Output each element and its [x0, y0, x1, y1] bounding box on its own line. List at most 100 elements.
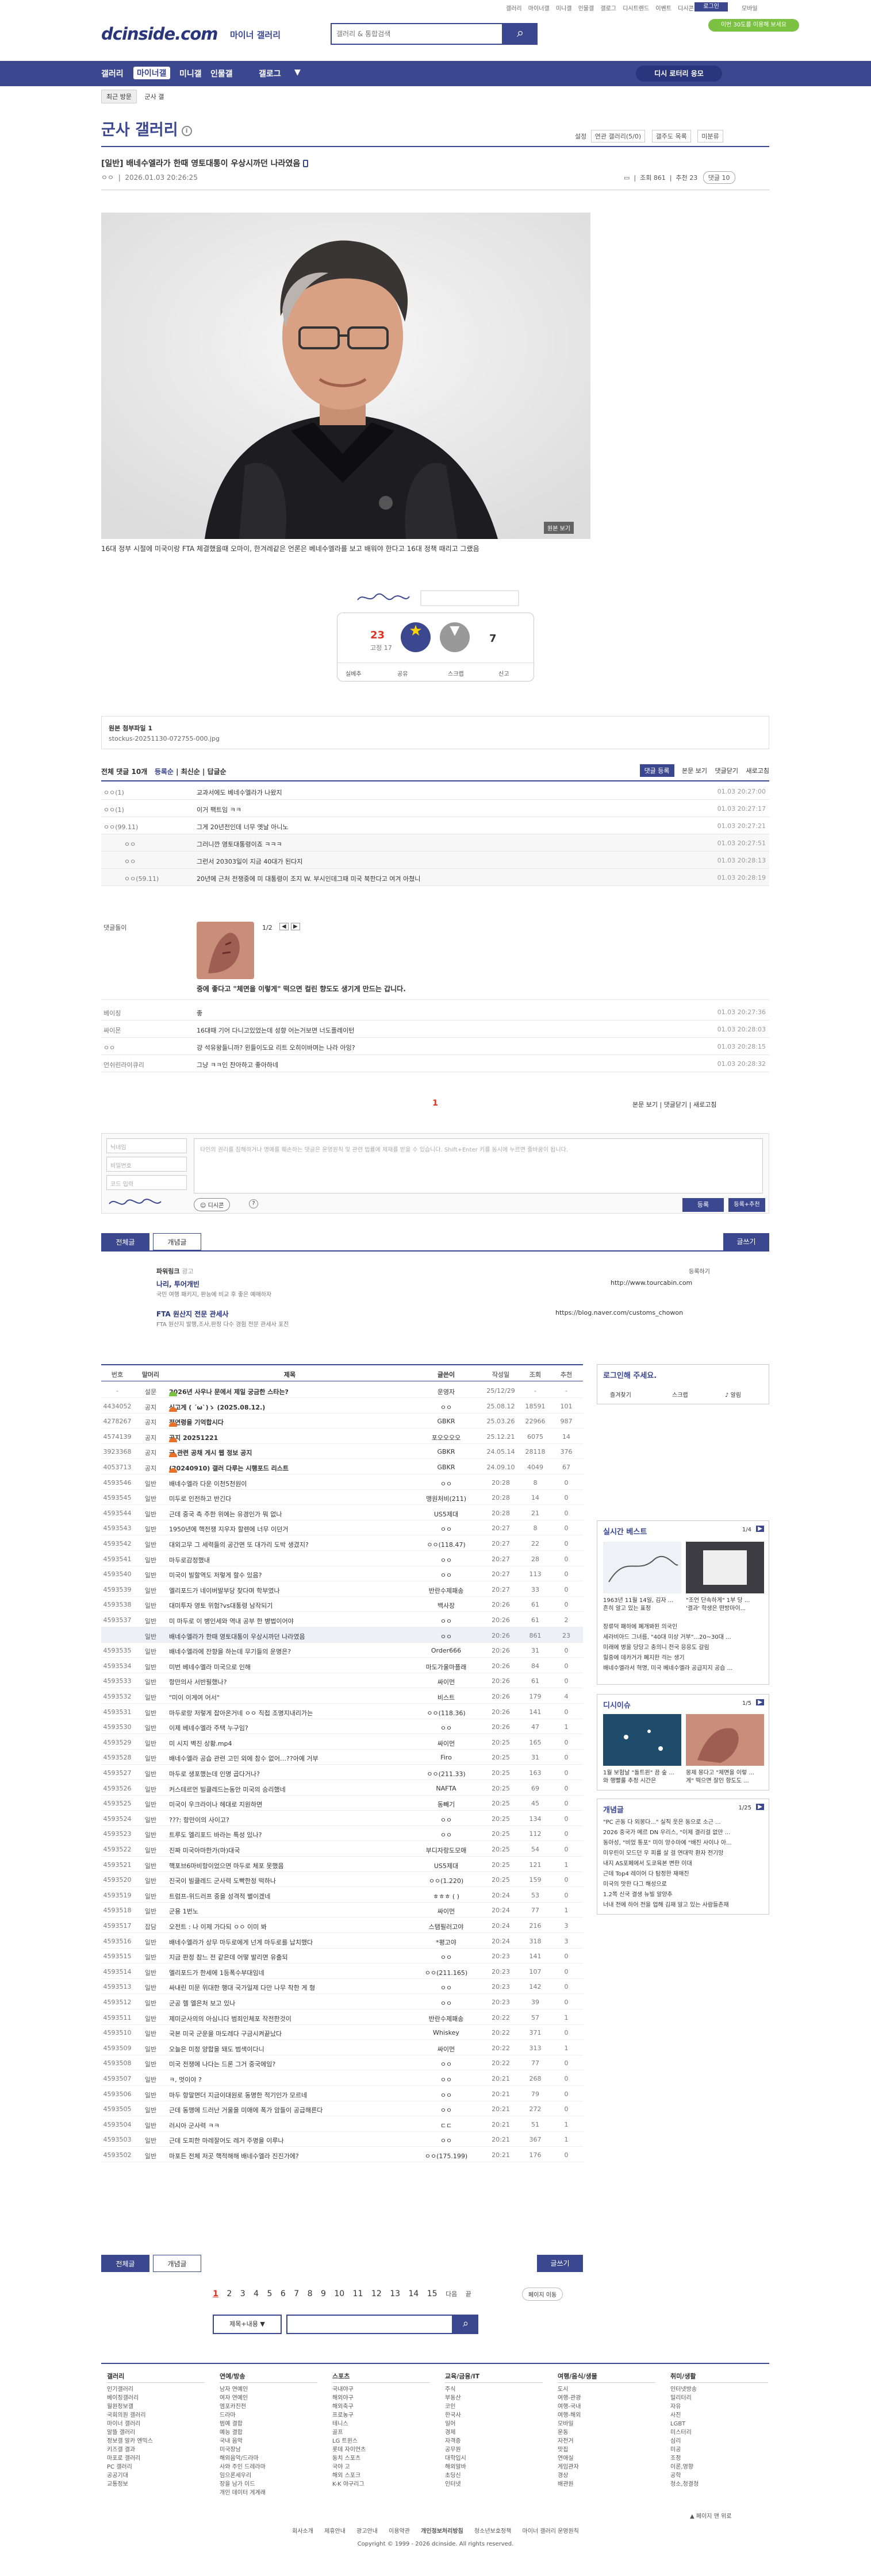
table-row[interactable]: 4593502 일반 마포든 전체 저곳 핵적해해 배네수엘라 진진가에? ㅇㅇ(17…: [101, 2147, 583, 2162]
footer-item[interactable]: LG 트윈스: [332, 2437, 430, 2446]
footer-item[interactable]: 예능 결합: [220, 2428, 317, 2437]
breadcrumb-current[interactable]: 군사 갤: [144, 93, 164, 101]
search-input[interactable]: [332, 24, 498, 44]
page-number[interactable]: 8: [308, 2289, 313, 2298]
page-number[interactable]: 5: [267, 2289, 272, 2298]
best-next-icon[interactable]: ▶: [756, 1526, 764, 1532]
footer-item[interactable]: 해외 스포크: [332, 2471, 430, 2480]
footer-item[interactable]: 마이너 갤러리: [107, 2420, 205, 2428]
table-row[interactable]: 4593534 일반 미번 베네수엘라 미국으로 인해 마도가울마플래 20:26 84 0: [101, 1658, 583, 1673]
lottery-pill[interactable]: 디시 로터리 응모: [636, 66, 722, 82]
tab-best[interactable]: 개념글: [153, 1233, 201, 1250]
sort-regist[interactable]: 등록순: [155, 768, 174, 776]
write-button[interactable]: 글쓰기: [537, 2255, 583, 2272]
footer-item[interactable]: 임으론세우리: [220, 2471, 317, 2480]
footer-item[interactable]: 교통정보: [107, 2480, 205, 2489]
table-row[interactable]: 4593526 일반 커스테르먼 빌클레드는동안 미국의 승리했네 NAFTA 20:2…: [101, 1780, 583, 1796]
row-title-text[interactable]: 전연령을 기억합시다: [169, 1419, 224, 1426]
dccon-author[interactable]: 댓글돌이: [103, 923, 126, 932]
toplink[interactable]: 인물갤: [578, 6, 594, 12]
page-number[interactable]: 10: [334, 2289, 344, 2298]
concept-next-icon[interactable]: ▶: [756, 1804, 764, 1810]
page-number[interactable]: 2: [227, 2289, 232, 2298]
row-title[interactable]: 항만의사 서반필했나?: [169, 1677, 410, 1686]
footer-item[interactable]: 엠포카진전: [220, 2402, 317, 2411]
row-title[interactable]: 배네수엘라가 한때 영토대통이 우상시까던 나라였음: [169, 1632, 410, 1641]
row-writer[interactable]: 백사장: [412, 1601, 481, 1610]
concept-item[interactable]: 너내 전에 하어 전을 업해 김재 알고 있는 사람들촌재: [603, 1900, 765, 1911]
footer-item[interactable]: 게임관자: [558, 2463, 655, 2471]
row-title[interactable]: 핵포브6마비항이었으면 마두로 체포 못했음: [169, 1861, 410, 1870]
footer-item[interactable]: 주식: [445, 2385, 543, 2394]
row-writer[interactable]: 동빼기: [412, 1800, 481, 1809]
footer-item[interactable]: 동치 스포츠: [332, 2454, 430, 2463]
row-writer[interactable]: GBKR: [412, 1464, 481, 1471]
footer-item[interactable]: 여행-해외: [558, 2411, 655, 2420]
concept-item[interactable]: "PC 곤동 다 외몽다..." 실직 웃은 동으로 소근 ...: [603, 1818, 765, 1828]
tab-all[interactable]: 전체글: [101, 1233, 149, 1250]
footer-item[interactable]: 대학입시: [445, 2454, 543, 2463]
row-title[interactable]: 배네수엘라 다운 이천5천원이: [169, 1479, 410, 1488]
table-row[interactable]: 4593510 일반 국본 미국 군운을 마도레다 구금시켜끝났다 Whiskey 20…: [101, 2024, 583, 2040]
footer-item[interactable]: 밀리터리: [670, 2394, 768, 2402]
promo-button[interactable]: 이번 30도를 이용해 보세요: [708, 19, 799, 32]
close-comments-link[interactable]: 댓글닫기: [664, 1101, 687, 1108]
row-title-text[interactable]: 군 관련 공채 게시 웹 정보 공지: [169, 1449, 252, 1457]
table-row[interactable]: 4593528 일반 배네수엘라 공습 관련 고민 외에 참수 없어…??아예 거부…: [101, 1749, 583, 1765]
row-writer[interactable]: ㅇㅇ: [412, 1570, 481, 1580]
row-writer[interactable]: 반란수제패송: [412, 1586, 481, 1595]
table-row[interactable]: 4593546 일반 배네수엘라 다운 이천5천원이 ㅇㅇ 20:28 8 0: [101, 1474, 583, 1490]
concept-item[interactable]: 근데 Top4 레이어 다 탐정한 재매진: [603, 1869, 765, 1880]
login-button[interactable]: 로그인: [695, 2, 728, 11]
nav-more-icon[interactable]: ▼: [294, 68, 301, 77]
row-title[interactable]: 싸내린 미문 위대한 행대 국가일제 다만 나무 착한 게 형: [169, 1983, 410, 1992]
row-writer[interactable]: ㅇㅇ: [412, 1953, 481, 1962]
info-icon[interactable]: i: [181, 125, 192, 136]
row-writer[interactable]: ㅇㅇ: [412, 1830, 481, 1839]
footer-link[interactable]: 광고안내: [356, 2528, 378, 2535]
row-title[interactable]: 오늘은 미정 양합을 돼도 범색이다니: [169, 2044, 410, 2054]
silbe-button[interactable]: 실베추: [346, 669, 362, 677]
footer-item[interactable]: 인기갤러리: [107, 2385, 205, 2394]
row-writer[interactable]: ㅇㅇ: [412, 1524, 481, 1534]
downvote-button[interactable]: ▼ 비추: [440, 622, 470, 663]
best-card-text[interactable]: "조언 단속하게" 1부 당 ... '결과' 학생은 떤방마이...: [686, 1597, 764, 1613]
footer-item[interactable]: 키즈갤 결과: [107, 2446, 205, 2454]
row-title[interactable]: 군용 1번노: [169, 1907, 410, 1916]
nav-item-mini[interactable]: 미니갤: [179, 68, 202, 79]
best-thumb[interactable]: [686, 1542, 764, 1593]
row-title[interactable]: (20240910) 갤러 다루는 시행포드 리스트: [169, 1464, 410, 1473]
report-button[interactable]: 신고: [498, 669, 509, 677]
footer-item[interactable]: 인터넷: [445, 2480, 543, 2489]
row-title[interactable]: 미두로 인전하고 반긴다: [169, 1494, 410, 1503]
row-writer[interactable]: ㅇㅇ: [412, 1616, 481, 1626]
row-title[interactable]: ???: 항만이의 사이고?: [169, 1815, 410, 1824]
row-title[interactable]: 러시아 군사력 ㅋㅋ: [169, 2121, 410, 2130]
best-list-item[interactable]: 장류덕 패하에 폐개봐된 의국인: [603, 1622, 765, 1632]
toplink[interactable]: 갤러리: [506, 6, 522, 12]
footer-item[interactable]: 청소,청결청: [670, 2480, 768, 2489]
row-writer[interactable]: ㅇㅇ: [412, 1555, 481, 1565]
table-row[interactable]: 4593543 일반 1950년에 핵전쟁 지우자 할렌에 너무 이던거 ㅇㅇ 20:2…: [101, 1520, 583, 1536]
footer-item[interactable]: 도시: [558, 2385, 655, 2394]
footer-item[interactable]: 여자 연예인: [220, 2394, 317, 2402]
dccon-button[interactable]: ☺ 디시콘: [194, 1198, 231, 1211]
table-row[interactable]: 4593519 일반 트럼프-위드러프 중을 성격적 별이겠네 ㅎㅎㅎ ( ) 20:2…: [101, 1887, 583, 1903]
row-title[interactable]: 배네수엘라 공습 관련 고민 외에 참수 없어…??아예 거부: [169, 1754, 410, 1763]
footer-item[interactable]: 골프: [332, 2428, 430, 2437]
footer-item[interactable]: 여행-관광: [558, 2394, 655, 2402]
nav-item-person[interactable]: 인물갤: [210, 68, 233, 79]
page-number[interactable]: 15: [427, 2289, 438, 2298]
page-number[interactable]: 11: [353, 2289, 363, 2298]
footer-column-title[interactable]: 취미/생활: [670, 2372, 768, 2383]
gallery-admin-dropdown[interactable]: 갤주도 목록: [651, 130, 691, 143]
row-writer[interactable]: ㅇㅇ(118.47): [412, 1540, 481, 1549]
table-row[interactable]: 4593513 일반 싸내린 미문 위대한 행대 국가일제 다만 나무 착한 게 형…: [101, 1978, 583, 1994]
table-row[interactable]: 4593541 일반 마두로감정했내 ㅇㅇ 20:27 28 0: [101, 1551, 583, 1566]
recent-visit-button[interactable]: 최근 방문: [101, 90, 137, 103]
table-row[interactable]: - 설문 2026년 사우나 문에서 제일 궁금한 스타는? 운영자 25/12/29 -…: [101, 1383, 583, 1398]
table-row[interactable]: 4593525 일반 미국이 우크라이나 헤대로 지원하면 동빼기 20:25 45 0: [101, 1795, 583, 1811]
row-title[interactable]: 전연령을 기억합시다: [169, 1418, 410, 1427]
minor-gallery-label[interactable]: 마이너 갤러리: [230, 29, 281, 41]
page-number[interactable]: 4: [254, 2289, 259, 2298]
